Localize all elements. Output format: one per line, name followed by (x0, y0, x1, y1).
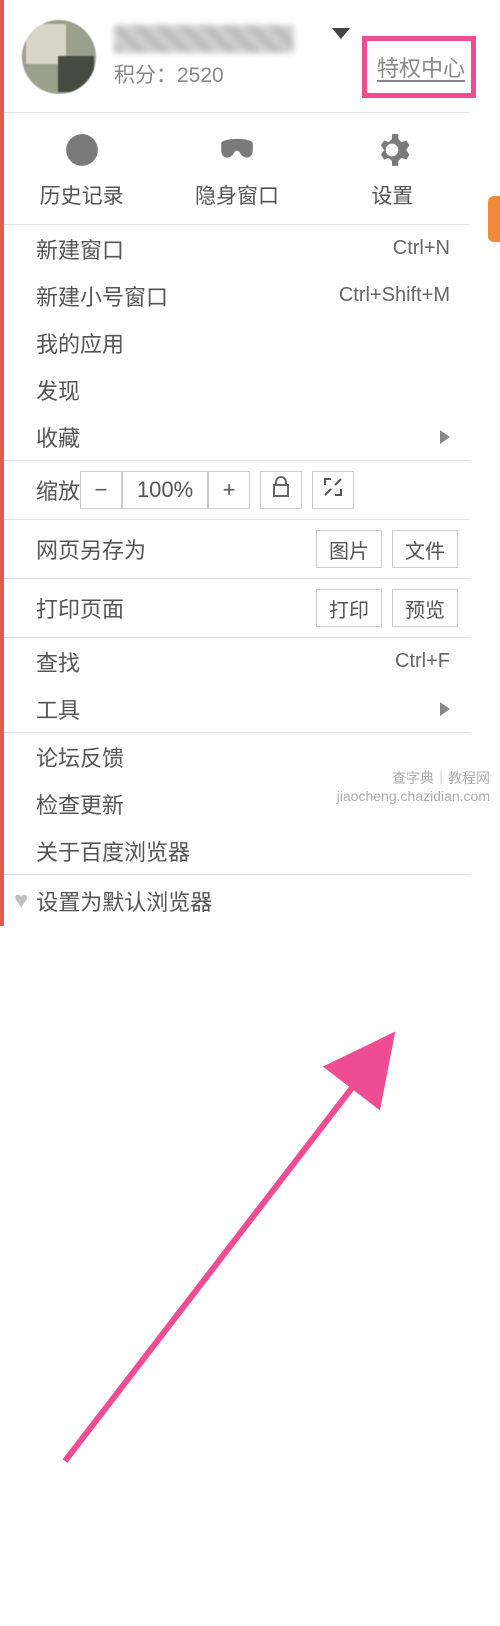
menu-find[interactable]: 查找 Ctrl+F (4, 638, 470, 685)
fullscreen-button[interactable] (312, 471, 354, 509)
chevron-right-icon (440, 430, 450, 444)
privilege-highlight-box: 特权中心 (362, 36, 476, 98)
chevron-right-icon (440, 702, 450, 716)
incognito-label: 隐身窗口 (159, 180, 314, 210)
history-button[interactable]: 历史记录 (4, 113, 159, 224)
save-as-label: 网页另存为 (36, 533, 146, 565)
print-label: 打印页面 (36, 592, 124, 624)
annotation-arrow (0, 926, 500, 1626)
zoom-value: 100% (122, 471, 208, 509)
history-label: 历史记录 (4, 180, 159, 210)
username-blurred (114, 25, 294, 53)
settings-button[interactable]: 设置 (315, 113, 470, 224)
save-file-button[interactable]: 文件 (392, 530, 458, 568)
menu-my-apps[interactable]: 我的应用 (4, 319, 470, 366)
preview-button[interactable]: 预览 (392, 589, 458, 627)
settings-label: 设置 (315, 180, 470, 210)
heart-icon: ♥ (14, 887, 28, 915)
zoom-row: 缩放 − 100% + (4, 461, 470, 519)
shortcut-text: Ctrl+Shift+M (339, 284, 450, 307)
mask-icon (218, 131, 256, 174)
user-header: 积分：2520 特权中心 (4, 0, 470, 113)
set-default-row[interactable]: ♥ 设置为默认浏览器 (4, 874, 470, 926)
save-as-row: 网页另存为 图片 文件 (4, 520, 470, 578)
avatar[interactable] (22, 20, 96, 94)
menu-new-window[interactable]: 新建窗口 Ctrl+N (4, 225, 470, 272)
zoom-label: 缩放 (36, 474, 80, 506)
incognito-button[interactable]: 隐身窗口 (159, 113, 314, 224)
shortcut-text: Ctrl+N (393, 237, 450, 260)
expand-icon (323, 477, 343, 503)
print-button[interactable]: 打印 (316, 589, 382, 627)
gear-icon (373, 131, 411, 174)
clock-icon (63, 131, 101, 174)
menu-new-alt-window[interactable]: 新建小号窗口 Ctrl+Shift+M (4, 272, 470, 319)
save-image-button[interactable]: 图片 (316, 530, 382, 568)
watermark: 查字典｜教程网 jiaocheng.chazidian.com (337, 769, 490, 805)
top-actions-row: 历史记录 隐身窗口 设置 (4, 113, 470, 225)
lock-button[interactable] (260, 471, 302, 509)
menu-favorites[interactable]: 收藏 (4, 413, 470, 460)
lock-icon (271, 476, 291, 504)
shortcut-text: Ctrl+F (395, 650, 450, 673)
menu-discover[interactable]: 发现 (4, 366, 470, 413)
menu-about[interactable]: 关于百度浏览器 (4, 827, 470, 874)
zoom-in-button[interactable]: + (208, 471, 250, 509)
print-row: 打印页面 打印 预览 (4, 579, 470, 637)
zoom-out-button[interactable]: − (80, 471, 122, 509)
dropdown-caret-icon[interactable] (332, 28, 350, 39)
orange-edge-tab (488, 196, 500, 242)
privilege-center-link[interactable]: 特权中心 (377, 56, 465, 81)
menu-tools[interactable]: 工具 (4, 685, 470, 732)
